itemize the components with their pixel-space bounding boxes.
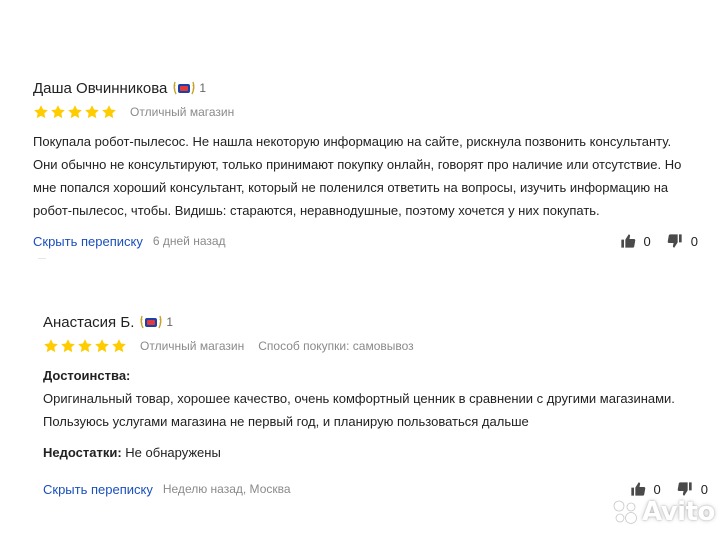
hide-conversation-link[interactable]: Скрыть переписку: [33, 234, 143, 249]
review-votes: 0 0: [604, 230, 698, 252]
star-icon: [84, 104, 100, 120]
star-icon: [43, 338, 59, 354]
star-icon: [50, 104, 66, 120]
badge-count: 1: [199, 81, 207, 95]
star-icon: [67, 104, 83, 120]
dislike-count: 0: [690, 233, 698, 249]
thumbs-down-icon[interactable]: [667, 233, 683, 249]
star-icon: [94, 338, 110, 354]
pros-label: Достоинства:: [43, 368, 131, 383]
shop-rating-text: Отличный магазин: [140, 339, 245, 353]
star-icon: [33, 104, 49, 120]
shop-rating-text: Отличный магазин: [130, 105, 235, 119]
reviewer-badge-icon: [171, 79, 197, 97]
review-text: Покупала робот-пылесос. Не нашла некотор…: [33, 134, 682, 218]
thumbs-up-icon[interactable]: [630, 481, 646, 497]
hide-conversation-link[interactable]: Скрыть переписку: [43, 482, 153, 497]
cons-text: Не обнаружены: [125, 445, 221, 460]
dislike-count: 0: [700, 481, 708, 497]
review-pros: Достоинства: Оригинальный товар, хорошее…: [43, 364, 708, 433]
review-cons: Недостатки: Не обнаружены: [43, 441, 708, 464]
review-date: Неделю назад, Москва: [162, 482, 291, 496]
purchase-method: Способ покупки: самовывоз: [258, 339, 414, 353]
review-author[interactable]: Даша Овчинникова: [33, 80, 167, 97]
dislike-control[interactable]: 0: [677, 481, 708, 497]
review-meta: Отличный магазин Способ покупки: самовыв…: [43, 334, 708, 358]
star-icon: [60, 338, 76, 354]
review-card: Анастасия Б. 1 Отличный магазин Способ п…: [43, 310, 708, 500]
cons-label: Недостатки:: [43, 445, 122, 460]
review-header: Даша Овчинникова 1: [33, 76, 698, 100]
avito-watermark: Avito: [612, 497, 715, 527]
star-icon: [77, 338, 93, 354]
review-meta: Отличный магазин: [33, 100, 698, 124]
review-footer: Скрыть переписку 6 дней назад 0 0: [33, 230, 698, 252]
thumbs-up-icon[interactable]: [620, 233, 636, 249]
rating-stars: [33, 104, 118, 120]
like-control[interactable]: 0: [620, 233, 651, 249]
star-icon: [101, 104, 117, 120]
review-footer: Скрыть переписку Неделю назад, Москва 0 …: [43, 478, 708, 500]
review-date: 6 дней назад: [152, 234, 226, 248]
pros-text: Оригинальный товар, хорошее качество, оч…: [43, 391, 675, 429]
like-control[interactable]: 0: [630, 481, 661, 497]
review-card: Даша Овчинникова 1 Отличный магазин Поку…: [33, 76, 698, 252]
like-count: 0: [643, 233, 651, 249]
rating-stars: [43, 338, 128, 354]
review-header: Анастасия Б. 1: [43, 310, 708, 334]
divider: [38, 258, 46, 259]
watermark-text: Avito: [642, 497, 715, 527]
dislike-control[interactable]: 0: [667, 233, 698, 249]
reviewer-badge-icon: [138, 313, 164, 331]
like-count: 0: [653, 481, 661, 497]
avito-logo-icon: [613, 500, 637, 524]
review-author[interactable]: Анастасия Б.: [43, 314, 134, 331]
thumbs-down-icon[interactable]: [677, 481, 693, 497]
star-icon: [111, 338, 127, 354]
badge-count: 1: [166, 315, 174, 329]
